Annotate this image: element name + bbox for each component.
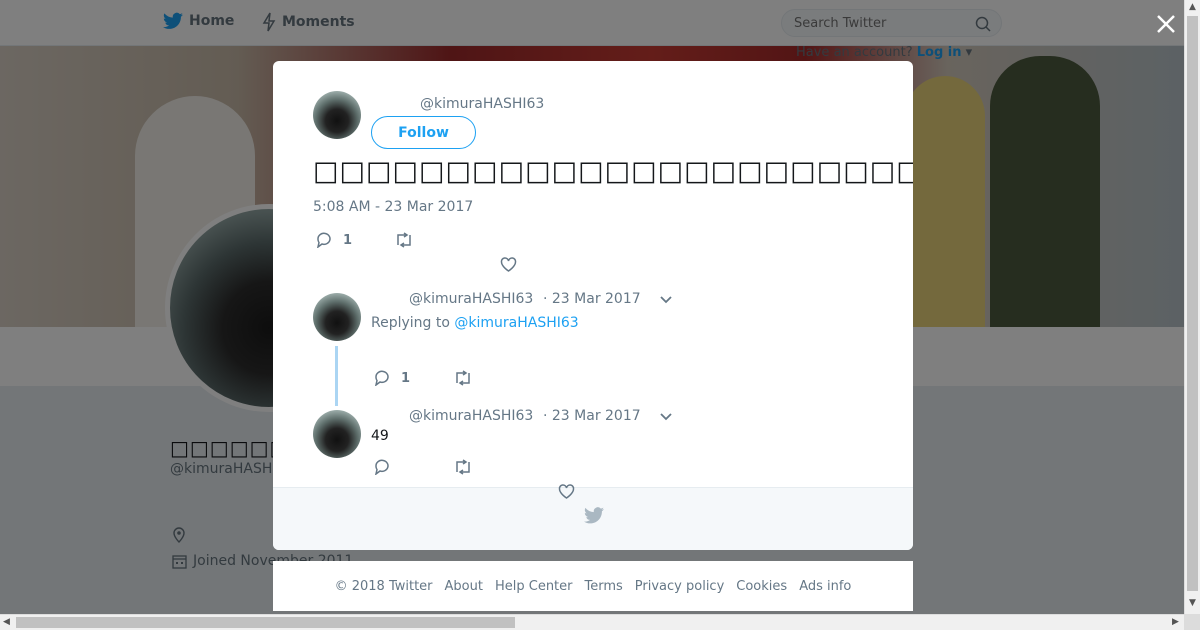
modal-footer: [273, 487, 913, 550]
retweet-action[interactable]: [394, 232, 414, 248]
reply-icon: [317, 232, 331, 248]
retweet-action[interactable]: [453, 370, 473, 386]
reply-author-handle[interactable]: @kimuraHASHI63: [409, 291, 533, 307]
scroll-right-arrow-icon[interactable]: ▶: [1172, 617, 1179, 627]
tweet-text: □□□□□□□□□□□□□□□□□□□□□□□□□□□□□□□□□□□□□□□□…: [313, 156, 913, 187]
vertical-scrollbar[interactable]: ▲ ▼: [1184, 0, 1200, 614]
reply-count: 1: [401, 370, 411, 386]
copyright: © 2018 Twitter: [334, 578, 433, 594]
reply-count: 1: [343, 232, 353, 248]
heart-icon[interactable]: [558, 484, 575, 500]
scroll-left-arrow-icon[interactable]: ◀: [3, 617, 10, 627]
horizontal-scroll-thumb[interactable]: [16, 617, 515, 628]
chevron-down-icon[interactable]: [659, 295, 673, 305]
scroll-up-arrow-icon[interactable]: ▲: [1189, 2, 1196, 12]
footer-link-ads-info[interactable]: Ads info: [799, 579, 851, 594]
footer-link-about[interactable]: About: [445, 579, 483, 594]
replying-to: Replying to @kimuraHASHI63: [371, 315, 579, 331]
tweet-modal: @kimuraHASHI63 Follow □□□□□□□□□□□□□□□□□□…: [273, 61, 913, 550]
reply-date[interactable]: · 23 Mar 2017: [543, 291, 641, 307]
scroll-down-arrow-icon[interactable]: ▼: [1189, 598, 1196, 608]
tweet-author-handle[interactable]: @kimuraHASHI63: [420, 96, 544, 112]
scrollbar-corner: [1184, 614, 1200, 630]
replying-prefix: Replying to: [371, 315, 450, 331]
footer-link-cookies[interactable]: Cookies: [736, 579, 787, 594]
reply-action[interactable]: 1: [315, 232, 352, 248]
retweet-action[interactable]: [453, 459, 473, 475]
vertical-scroll-thumb[interactable]: [1187, 16, 1198, 591]
footer-link-terms[interactable]: Terms: [585, 579, 623, 594]
footer-link-help-center[interactable]: Help Center: [495, 579, 573, 594]
reply-action[interactable]: 1: [373, 370, 410, 386]
retweet-icon: [456, 459, 470, 475]
close-icon[interactable]: [1154, 12, 1178, 36]
reply-icon: [375, 459, 389, 475]
site-footer: © 2018 Twitter About Help Center Terms P…: [273, 561, 913, 611]
retweet-icon: [456, 370, 470, 386]
reply-author-avatar[interactable]: [313, 410, 361, 458]
heart-icon[interactable]: [500, 257, 517, 273]
tweet-timestamp[interactable]: 5:08 AM - 23 Mar 2017: [313, 199, 473, 215]
reply-author-avatar[interactable]: [313, 293, 361, 341]
reply-text: 49: [371, 428, 389, 444]
reply-action[interactable]: [373, 459, 391, 475]
reply-icon: [375, 370, 389, 386]
horizontal-scrollbar[interactable]: ◀ ▶: [0, 614, 1184, 630]
chevron-down-icon[interactable]: [659, 412, 673, 422]
replying-to-link[interactable]: @kimuraHASHI63: [454, 315, 578, 331]
reply-date[interactable]: · 23 Mar 2017: [543, 408, 641, 424]
footer-link-privacy[interactable]: Privacy policy: [635, 579, 724, 594]
retweet-icon: [397, 232, 411, 248]
reply-author-handle[interactable]: @kimuraHASHI63: [409, 408, 533, 424]
follow-button[interactable]: Follow: [371, 116, 476, 149]
thread-line: [335, 346, 338, 406]
twitter-bird-icon: [584, 507, 604, 524]
tweet-author-avatar[interactable]: [313, 91, 361, 139]
